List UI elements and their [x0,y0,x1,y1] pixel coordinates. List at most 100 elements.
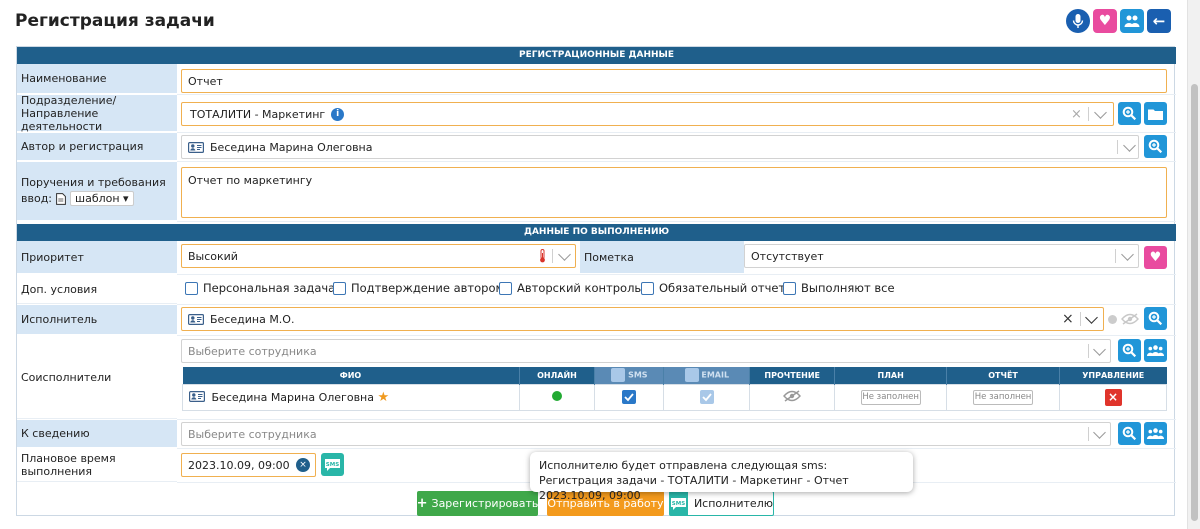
tooltip-line2: Регистрация задачи - ТОТАЛИТИ - Маркетин… [539,474,849,502]
checkbox-icon [611,368,626,383]
mark-select[interactable]: Отсутствует [744,244,1139,268]
coexecutor-name-cell: Беседина Марина Олеговна ★ [182,383,520,411]
col-online: ОНЛАЙН [519,367,596,384]
clear-icon[interactable]: × [1062,311,1074,327]
eye-off-icon[interactable] [1121,313,1139,325]
label-planned-time: Плановое время выполнения [17,449,177,482]
name-input[interactable]: Отчет [181,69,1167,93]
status-dot-icon [1108,315,1117,324]
sms-icon: SMS [325,458,340,471]
chevron-down-icon[interactable] [1123,139,1136,152]
reading-cell [749,383,836,411]
chevron-down-icon[interactable] [1093,343,1106,356]
info-search-button[interactable] [1118,422,1141,445]
clear-icon[interactable]: × [1071,107,1082,122]
page-scrollbar[interactable] [1187,0,1200,529]
mandatory-report-checkbox[interactable]: Обязательный отчет [641,281,785,295]
chevron-down-icon[interactable] [1121,248,1134,261]
coexecutor-select[interactable]: Выберите сотрудника [181,339,1111,363]
plan-cell[interactable]: Не заполнен [834,383,948,411]
search-icon [1122,426,1137,441]
label-priority: Приоритет [17,241,177,274]
id-card-icon [189,390,206,402]
folder-icon [1148,109,1163,120]
chevron-down-icon[interactable] [1093,426,1106,439]
author-search-button[interactable] [1144,135,1167,158]
report-cell[interactable]: Не заполнен [946,383,1061,411]
users-icon [1147,344,1164,356]
section-execution-header: ДАННЫЕ ПО ВЫПОЛНЕНИЮ [17,224,1176,241]
search-icon [1148,139,1163,154]
chevron-down-icon[interactable] [1094,106,1107,119]
section-registration-header: РЕГИСТРАЦИОННЫЕ ДАННЫЕ [17,47,1176,64]
users-button[interactable] [1120,9,1144,33]
microphone-button[interactable] [1066,9,1090,33]
col-manage: УПРАВЛЕНИЕ [1059,367,1167,384]
executor-search-button[interactable] [1144,307,1167,330]
executor-select[interactable]: Беседина М.О. × [181,307,1104,331]
col-email[interactable]: EMAIL [663,367,751,384]
col-sms[interactable]: SMS [594,367,665,384]
col-report: ОТЧЁТ [946,367,1061,384]
page-title: Регистрация задачи [15,11,215,31]
col-reading: ПРОЧТЕНИЕ [749,367,836,384]
priority-select[interactable]: Высокий [181,244,576,268]
checkbox-checked-icon[interactable] [622,390,637,404]
label-mark: Пометка [580,241,744,274]
favorite-button[interactable]: ♥ [1093,9,1117,33]
users-icon [1147,427,1164,439]
heart-icon: ♥ [1149,250,1162,265]
heart-icon: ♥ [1098,13,1112,29]
personal-task-checkbox[interactable]: Персональная задача [185,281,335,295]
mark-favorite-button[interactable]: ♥ [1144,246,1167,269]
all-execute-checkbox[interactable]: Выполняют все [783,281,895,295]
author-select[interactable]: Беседина Марина Олеговна [181,135,1139,159]
sms-tooltip: Исполнителю будет отправлена следующая s… [530,452,913,502]
svg-text:SMS: SMS [326,462,339,468]
online-cell [518,383,596,411]
thermometer-icon [540,249,545,263]
col-plan: ПЛАН [834,367,948,384]
label-instructions: Поручения и требования ввод: шаблон ▾ [17,162,177,221]
tooltip-line1: Исполнителю будет отправлена следующая s… [539,459,828,472]
checkbox-icon [684,368,699,383]
search-icon [1148,311,1163,326]
star-icon[interactable]: ★ [378,390,390,405]
instructions-textarea[interactable]: Отчет по маркетингу [181,167,1167,218]
info-group-button[interactable] [1144,422,1167,445]
division-select[interactable]: ТОТАЛИТИ - Маркетинг i × [181,102,1114,126]
document-icon[interactable] [56,192,66,205]
info-select[interactable]: Выберите сотрудника [181,422,1111,446]
microphone-icon [1072,14,1084,28]
register-button[interactable]: + Зарегистрировать [417,491,538,516]
author-control-checkbox[interactable]: Авторский контроль [499,281,641,295]
planned-time-input[interactable]: 2023.10.09, 09:00 × [181,453,316,477]
search-icon [1122,106,1137,121]
clear-time-button[interactable]: × [296,458,310,472]
label-division: Подразделение/Направление деятельности [17,94,177,133]
template-dropdown[interactable]: шаблон ▾ [70,191,134,206]
chevron-down-icon[interactable] [558,248,571,261]
label-executor: Исполнитель [17,305,177,335]
email-cell[interactable] [663,383,751,411]
users-icon [1124,15,1140,27]
eye-off-icon [783,389,802,402]
back-button[interactable]: ← [1147,9,1171,33]
division-folder-button[interactable] [1144,102,1167,125]
checkbox-checked-icon[interactable] [699,390,714,404]
coexecutor-group-button[interactable] [1144,339,1167,362]
id-card-icon [188,141,204,153]
arrow-left-icon: ← [1152,12,1166,30]
label-coexecutors: Соисполнители [17,336,177,419]
label-for-info: К сведению [17,420,177,448]
table-row: Беседина Марина Олеговна ★ Не заполнен Н… [182,383,1167,411]
coexecutor-search-button[interactable] [1118,339,1141,362]
division-search-button[interactable] [1118,102,1141,125]
author-confirmation-checkbox[interactable]: Подтверждение автором [333,281,504,295]
coexecutor-table: ФИО ОНЛАЙН SMS EMAIL ПРОЧТЕНИЕ ПЛАН ОТЧЁ… [182,367,1167,411]
chevron-down-icon[interactable] [1085,311,1098,324]
delete-button[interactable]: × [1104,388,1122,406]
sms-cell[interactable] [594,383,665,411]
sms-notify-button[interactable]: SMS [321,453,344,476]
manage-cell: × [1059,383,1167,411]
